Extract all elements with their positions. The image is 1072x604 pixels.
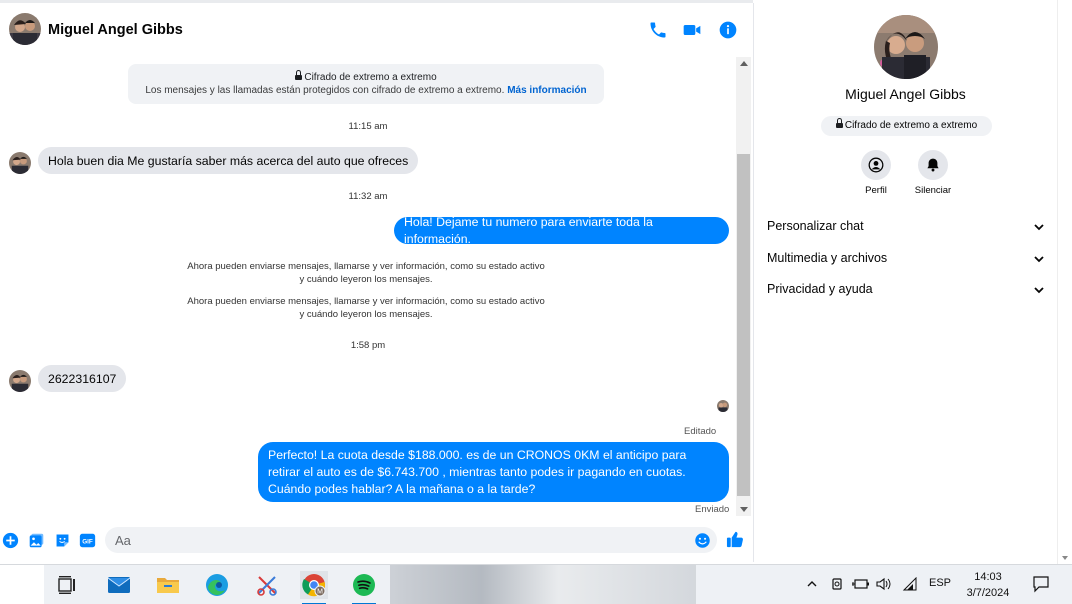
plus-icon[interactable] [2, 532, 19, 549]
device-icon[interactable] [830, 577, 844, 591]
page-scrollbar[interactable] [1057, 0, 1072, 564]
battery-icon[interactable] [852, 577, 870, 591]
profile-name: Miguel Angel Gibbs [845, 86, 966, 102]
outgoing-message[interactable]: Perfecto! La cuota desde $188.000. es de… [258, 442, 729, 502]
seen-avatar [717, 400, 729, 412]
sender-avatar[interactable] [9, 370, 31, 392]
clock-date: 3/7/2024 [966, 587, 1010, 599]
composer: GIF [0, 520, 753, 562]
contact-avatar[interactable] [9, 13, 41, 45]
more-info-link[interactable]: Más información [507, 85, 586, 96]
snipping-tool-icon[interactable] [253, 571, 281, 599]
lock-icon [295, 70, 303, 81]
sticker-icon[interactable] [54, 532, 71, 549]
sender-avatar[interactable] [9, 152, 31, 174]
section-personalize-chat[interactable]: Personalizar chat [767, 219, 1047, 239]
wifi-icon[interactable] [902, 577, 918, 591]
volume-icon[interactable] [876, 577, 892, 591]
incoming-message[interactable]: 2622316107 [38, 365, 127, 392]
profile-label: Perfil [865, 185, 887, 196]
contact-name[interactable]: Miguel Angel Gibbs [48, 22, 183, 38]
outgoing-message[interactable]: Hola! Dejame tu numero para enviarte tod… [394, 215, 729, 246]
sent-status: Enviado [695, 504, 730, 515]
encryption-notice-body: Los mensajes y las llamadas están proteg… [145, 85, 505, 96]
phone-icon[interactable] [648, 20, 668, 40]
scroll-thumb[interactable] [737, 154, 750, 496]
message-list[interactable]: Cifrado de extremo a extremo Los mensaje… [0, 57, 736, 517]
chevron-down-icon [1034, 256, 1044, 263]
mute-button[interactable]: Silenciar [903, 150, 963, 196]
gif-icon[interactable]: GIF [79, 532, 96, 549]
section-media-files[interactable]: Multimedia y archivos [767, 251, 1047, 271]
notifications-icon[interactable] [1032, 575, 1050, 593]
encryption-badge[interactable]: Cifrado de extremo a extremo [821, 116, 992, 136]
chevron-down-icon [1034, 224, 1044, 231]
section-label: Personalizar chat [767, 219, 864, 233]
scroll-down-arrow[interactable] [740, 507, 748, 512]
system-clock[interactable]: 14:03 3/7/2024 [958, 569, 1018, 601]
file-explorer-icon[interactable] [154, 571, 182, 599]
system-message: Ahora pueden enviarse mensajes, llamarse… [187, 296, 545, 320]
chat-header: Miguel Angel Gibbs [0, 0, 753, 57]
conversation-info-panel: Miguel Angel Gibbs Cifrado de extremo a … [753, 3, 1057, 562]
chrome-icon[interactable]: M [300, 571, 328, 604]
lock-icon [835, 118, 843, 129]
timestamp: 11:32 am [348, 191, 388, 202]
profile-button[interactable]: Perfil [846, 150, 906, 196]
mute-label: Silenciar [914, 185, 952, 196]
timestamp: 1:58 pm [350, 340, 386, 351]
clock-time: 14:03 [974, 571, 1002, 583]
section-label: Multimedia y archivos [767, 251, 888, 265]
scroll-down-arrow[interactable] [1062, 556, 1068, 560]
bell-icon [927, 158, 939, 172]
windows-taskbar: M ESP 14:03 3/7/2024 [0, 564, 1072, 604]
mail-icon[interactable] [105, 571, 133, 599]
task-view-icon[interactable] [54, 571, 82, 599]
image-icon[interactable] [28, 532, 45, 549]
chrome-profile-badge: M [317, 589, 323, 596]
chevron-down-icon [1034, 287, 1044, 294]
message-input[interactable] [105, 527, 717, 553]
scroll-up-arrow[interactable] [740, 61, 748, 66]
emoji-icon[interactable] [694, 532, 711, 549]
video-camera-icon[interactable] [682, 20, 702, 40]
system-message: Ahora pueden enviarse mensajes, llamarse… [187, 261, 545, 285]
gif-label: GIF [82, 538, 93, 545]
show-hidden-icons-chevron[interactable] [806, 578, 818, 590]
incoming-message[interactable]: Hola buen dia Me gustaría saber más acer… [38, 147, 419, 174]
encryption-notice-title: Cifrado de extremo a extremo [304, 72, 437, 83]
encryption-notice: Cifrado de extremo a extremo Los mensaje… [128, 64, 604, 104]
timestamp: 11:15 am [348, 121, 388, 132]
input-language[interactable]: ESP [929, 577, 951, 589]
edge-icon[interactable] [203, 571, 231, 599]
spotify-icon[interactable] [350, 571, 378, 604]
edited-label: Editado [684, 426, 717, 437]
encryption-badge-label: Cifrado de extremo a extremo [844, 120, 978, 131]
section-privacy-help[interactable]: Privacidad y ayuda [767, 282, 1047, 302]
section-label: Privacidad y ayuda [767, 282, 873, 296]
message-scrollbar[interactable] [736, 57, 751, 516]
contact-profile-photo[interactable] [874, 15, 938, 79]
info-icon[interactable] [718, 20, 738, 40]
thumbs-up-icon[interactable] [726, 530, 745, 549]
profile-icon [868, 157, 884, 173]
